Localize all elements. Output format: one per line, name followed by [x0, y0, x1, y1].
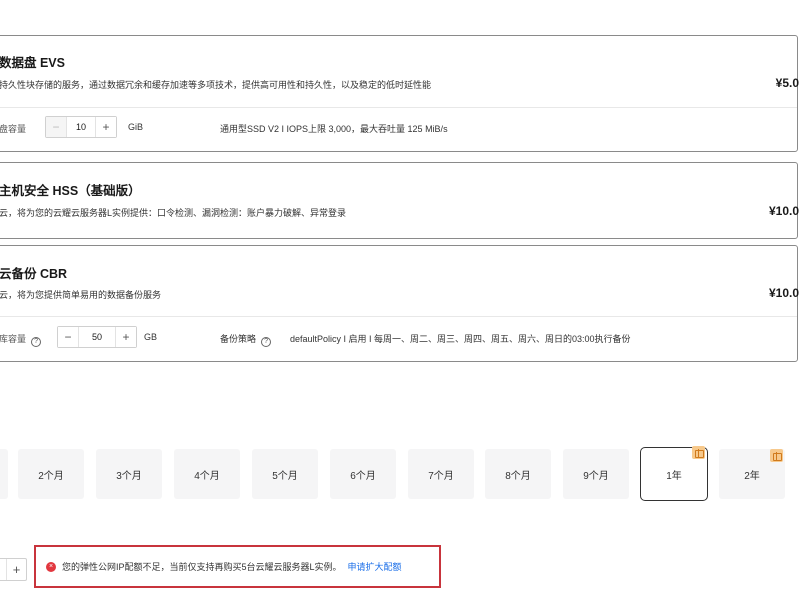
evs-desc: 持久性块存储的服务，通过数据冗余和缓存加速等多项技术，提供高可用性和持久性，以及… — [0, 80, 432, 90]
hss-title: 主机安全 HSS（基础版） — [0, 184, 141, 198]
duration-9-months[interactable]: 9个月 — [563, 449, 629, 499]
duration-2-years[interactable]: 2年 — [719, 449, 785, 499]
cbr-policy-label: 备份策略? — [220, 332, 272, 347]
duration-2-years-label: 2年 — [744, 470, 760, 482]
cbr-capacity-label: 库容量? — [0, 332, 42, 347]
cbr-price: ¥10.0 — [768, 286, 799, 300]
help-icon[interactable]: ? — [31, 337, 42, 347]
cbr-card: 云备份 CBR 云，将为您提供简单易用的数据备份服务 ¥10.0 库容量? − … — [0, 245, 799, 362]
help-icon[interactable]: ? — [261, 337, 272, 347]
cbr-capacity-label-text: 库容量 — [0, 334, 27, 344]
hss-card: 主机安全 HSS（基础版） 云，将为您的云耀云服务器L实例提供：口令检测、漏洞检… — [0, 162, 799, 239]
quantity-increment-button[interactable]: + — [6, 559, 26, 580]
evs-capacity-label: 盘容量 — [0, 124, 27, 134]
cbr-increment-button[interactable]: + — [116, 327, 136, 347]
cbr-decrement-button[interactable]: − — [58, 327, 78, 347]
duration-1-year[interactable]: 1年 — [640, 446, 708, 501]
gift-icon — [692, 446, 705, 459]
cbr-unit: GB — [144, 332, 158, 342]
evs-price: ¥5.0 — [775, 76, 799, 90]
quota-alert: × 您的弹性公网IP配额不足，当前仅支持再购买5台云耀云服务器L实例。 申请扩大… — [34, 545, 441, 588]
duration-1-year-label: 1年 — [666, 470, 682, 482]
gift-icon — [770, 449, 783, 462]
cbr-policy-label-text: 备份策略 — [220, 334, 257, 344]
cbr-capacity-value[interactable]: 50 — [78, 327, 116, 347]
cbr-divider — [0, 316, 797, 317]
duration-6-months[interactable]: 6个月 — [330, 449, 396, 499]
duration-8-months[interactable]: 8个月 — [485, 449, 551, 499]
cbr-desc: 云，将为您提供简单易用的数据备份服务 — [0, 290, 162, 300]
duration-2-months[interactable]: 2个月 — [18, 449, 84, 499]
page: 数据盘 EVS 持久性块存储的服务，通过数据冗余和缓存加速等多项技术，提供高可用… — [0, 0, 800, 600]
hss-price: ¥10.0 — [768, 204, 799, 218]
evs-divider — [0, 107, 797, 108]
evs-spec: 通用型SSD V2 I IOPS上限 3,000，最大吞吐量 125 MiB/s — [220, 124, 448, 134]
cbr-policy-value: defaultPolicy I 启用 I 每周一、周二、周三、周四、周五、周六、… — [290, 334, 631, 344]
cbr-capacity-stepper[interactable]: − 50 + — [57, 326, 137, 348]
hss-desc: 云，将为您的云耀云服务器L实例提供：口令检测、漏洞检测：账户暴力破解、异常登录 — [0, 208, 347, 218]
evs-increment-button[interactable]: + — [96, 117, 116, 137]
quota-alert-message: 您的弹性公网IP配额不足，当前仅支持再购买5台云耀云服务器L实例。 — [62, 562, 342, 572]
duration-left-stub[interactable] — [0, 449, 8, 499]
request-quota-link[interactable]: 申请扩大配额 — [348, 560, 402, 573]
evs-capacity-stepper[interactable]: − 10 + — [45, 116, 117, 138]
quantity-stepper[interactable]: + — [0, 558, 27, 581]
duration-4-months[interactable]: 4个月 — [174, 449, 240, 499]
cbr-title: 云备份 CBR — [0, 267, 68, 281]
evs-card: 数据盘 EVS 持久性块存储的服务，通过数据冗余和缓存加速等多项技术，提供高可用… — [0, 35, 799, 152]
error-icon: × — [46, 561, 56, 572]
duration-3-months[interactable]: 3个月 — [96, 449, 162, 499]
duration-7-months[interactable]: 7个月 — [408, 449, 474, 499]
evs-decrement-button[interactable]: − — [46, 117, 66, 137]
evs-title: 数据盘 EVS — [0, 56, 65, 70]
duration-5-months[interactable]: 5个月 — [252, 449, 318, 499]
evs-unit: GiB — [128, 122, 144, 132]
evs-capacity-value[interactable]: 10 — [66, 117, 96, 137]
